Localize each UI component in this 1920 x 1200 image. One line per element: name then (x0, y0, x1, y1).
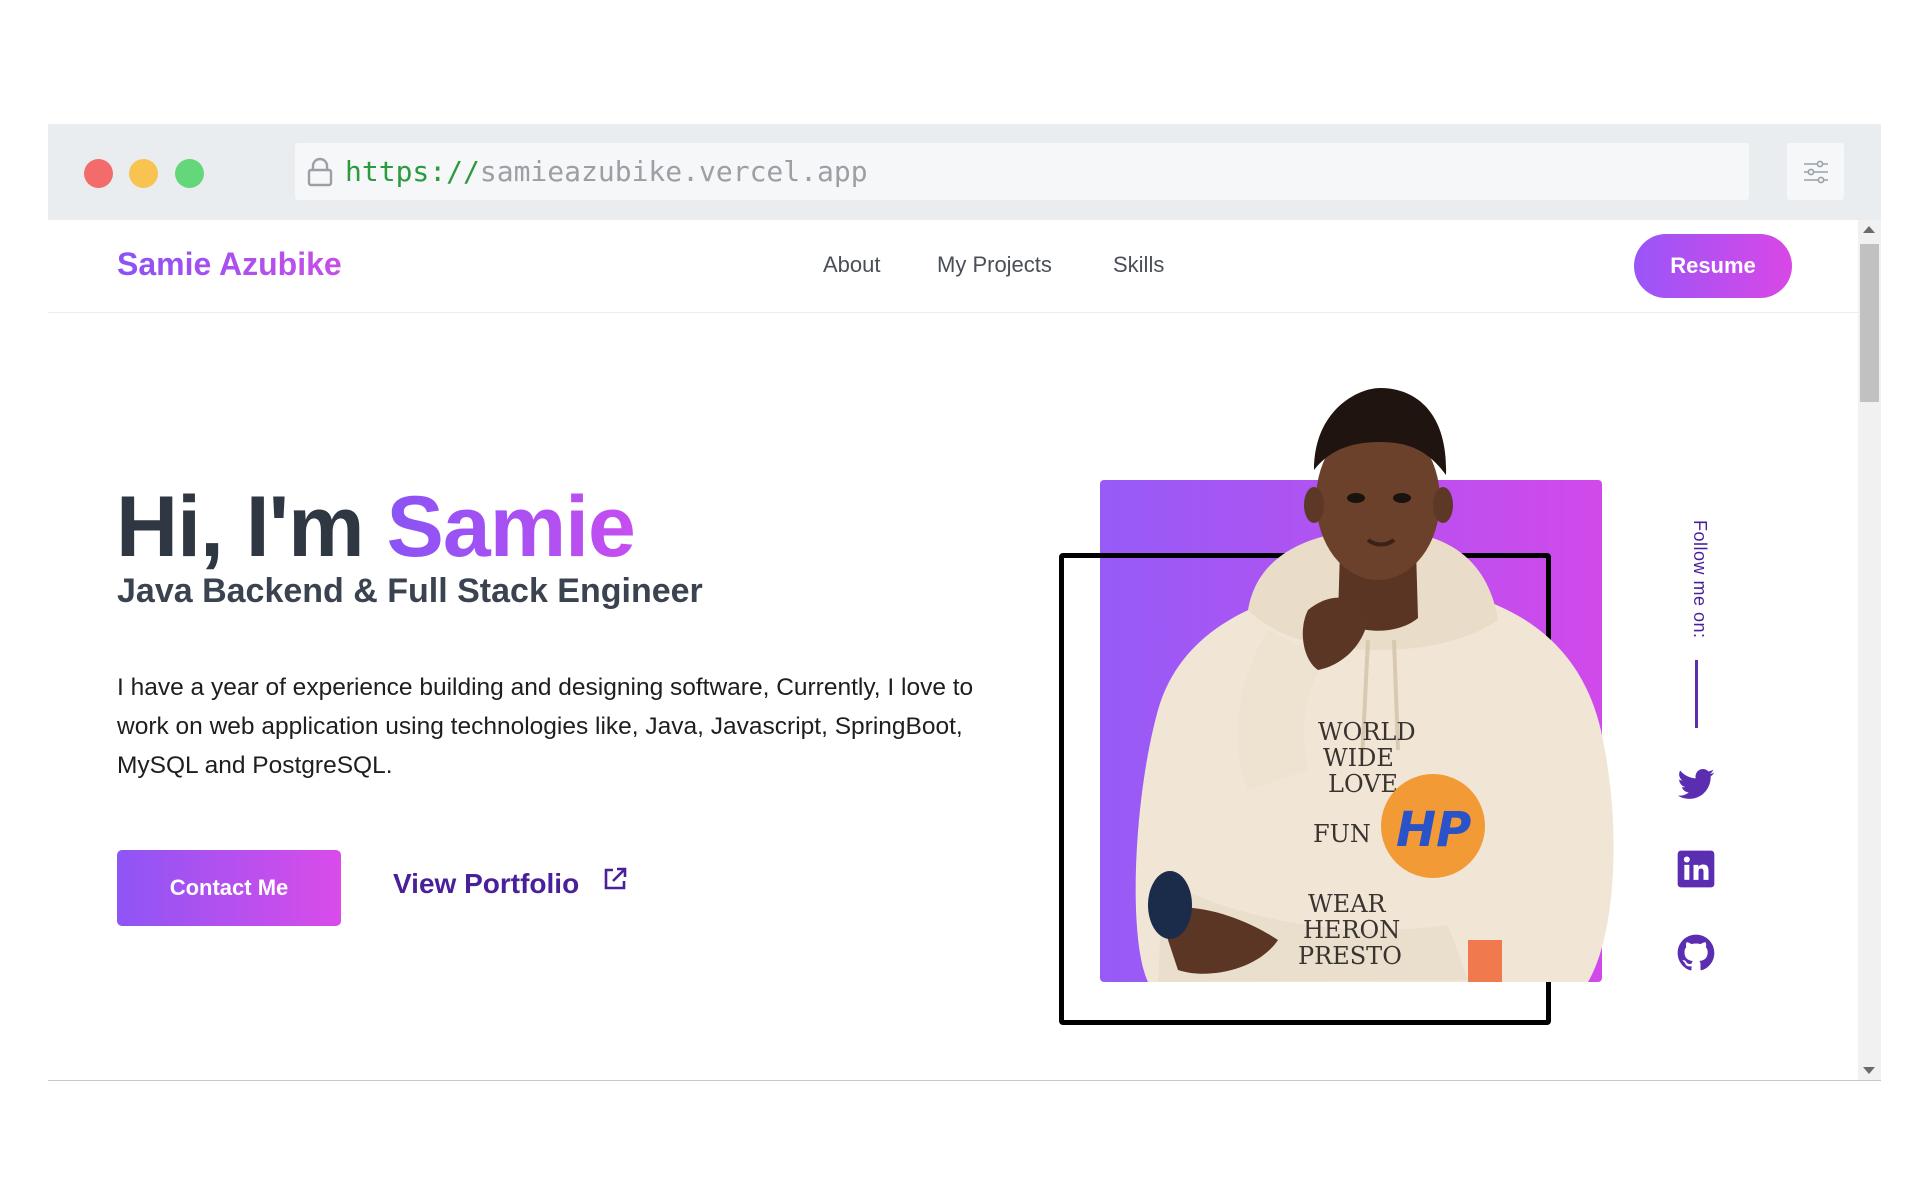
page-scrollbar[interactable] (1858, 220, 1881, 1080)
site-navbar: Samie Azubike About My Projects Skills R… (48, 220, 1858, 313)
external-link-icon[interactable] (602, 866, 628, 892)
hero-role: Java Backend & Full Stack Engineer (117, 572, 703, 610)
follow-label: Follow me on: (1690, 520, 1710, 639)
hoodie-text-line: WIDE (1323, 744, 1394, 772)
lock-icon (307, 157, 333, 187)
browser-settings-button[interactable] (1787, 143, 1844, 200)
sliders-icon (1804, 160, 1828, 184)
hero-heading: Hi, I'm Samie (116, 478, 636, 577)
browser-window: https://samieazubike.vercel.app Samie Az… (48, 124, 1881, 1081)
site-brand[interactable]: Samie Azubike (117, 246, 342, 283)
follow-divider (1695, 660, 1698, 728)
nav-link-skills[interactable]: Skills (1113, 252, 1164, 278)
hoodie-text-line: WEAR (1308, 890, 1387, 918)
twitter-icon[interactable] (1676, 765, 1716, 805)
github-icon[interactable] (1676, 933, 1716, 973)
linkedin-icon[interactable] (1676, 849, 1716, 889)
contact-me-button[interactable]: Contact Me (117, 850, 341, 926)
hoodie-text-line: FUN (1313, 820, 1371, 848)
close-window-button[interactable] (84, 159, 113, 188)
scroll-up-arrow[interactable] (1863, 226, 1875, 233)
hoodie-text-line: PRESTO (1298, 942, 1402, 970)
nav-link-projects[interactable]: My Projects (937, 252, 1052, 278)
address-bar[interactable]: https://samieazubike.vercel.app (295, 143, 1749, 200)
hoodie-text-line: WORLD (1318, 718, 1416, 746)
resume-button[interactable]: Resume (1634, 234, 1792, 298)
hero-name: Samie (386, 479, 636, 575)
hoodie-text-line: HERON (1303, 916, 1400, 944)
url-scheme: https:// (345, 155, 480, 188)
hero-description: I have a year of experience building and… (117, 674, 974, 779)
scroll-thumb[interactable] (1860, 244, 1879, 402)
scroll-down-arrow[interactable] (1863, 1067, 1875, 1074)
portrait-photo: WORLD WIDE LOVE FUN WEAR HERON PRESTO HP (1135, 388, 1614, 982)
view-portfolio-link[interactable]: View Portfolio (393, 868, 579, 900)
page-viewport: Samie Azubike About My Projects Skills R… (48, 220, 1858, 1080)
hoodie-badge: HP (1396, 802, 1471, 858)
hero-greeting: Hi, I'm (116, 479, 387, 575)
minimize-window-button[interactable] (129, 159, 158, 188)
nav-link-about[interactable]: About (823, 252, 881, 278)
browser-chrome: https://samieazubike.vercel.app (48, 124, 1881, 220)
url-host: samieazubike.vercel.app (479, 155, 868, 188)
url-text: https://samieazubike.vercel.app (345, 143, 868, 200)
hoodie-text-line: LOVE (1328, 770, 1398, 798)
maximize-window-button[interactable] (175, 159, 204, 188)
